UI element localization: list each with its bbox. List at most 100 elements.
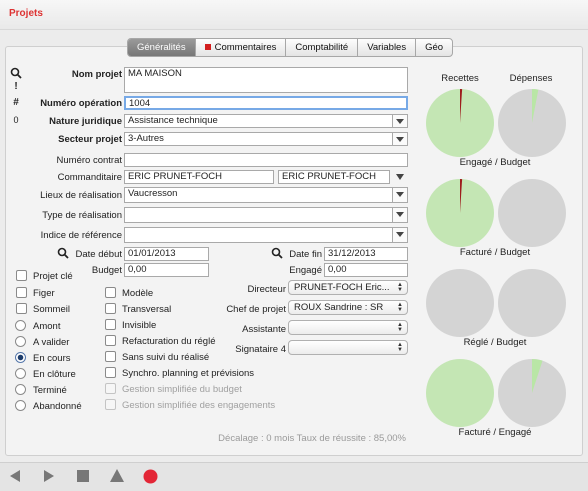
date-fin-field[interactable]: 31/12/2013 bbox=[324, 247, 408, 261]
type-realisation-select[interactable] bbox=[124, 207, 408, 223]
numero-operation-field[interactable]: 1004 bbox=[124, 96, 408, 110]
chevron-down-icon[interactable] bbox=[392, 133, 407, 145]
pie-caption-regle-budget: Réglé / Budget bbox=[463, 337, 527, 348]
triangle-icon[interactable] bbox=[109, 468, 125, 483]
window-title: Projets bbox=[9, 8, 43, 19]
engage-field[interactable]: 0,00 bbox=[324, 263, 408, 277]
directeur-popup[interactable]: PRUNET-FOCH Eric... ▲ ▼ bbox=[288, 280, 408, 295]
tab-bar: Généralités Commentaires Comptabilité Va… bbox=[127, 38, 454, 57]
chef-projet-popup[interactable]: ROUX Sandrine : SR ▲ ▼ bbox=[288, 300, 408, 315]
assistante-popup[interactable]: ▲ ▼ bbox=[288, 320, 408, 335]
pie-3-right-base bbox=[498, 269, 566, 337]
label-nature-juridique: Nature juridique bbox=[49, 116, 122, 127]
label-projet-cle: Projet clé bbox=[33, 271, 73, 282]
chevron-down-icon[interactable] bbox=[392, 208, 407, 222]
checkbox-invisible[interactable] bbox=[105, 319, 116, 330]
checkbox-figer[interactable] bbox=[16, 287, 27, 298]
checkbox-refacturation[interactable] bbox=[105, 335, 116, 346]
checkbox-gestion-engagements bbox=[105, 399, 116, 410]
checkbox-modele[interactable] bbox=[105, 287, 116, 298]
tab-comptabilite[interactable]: Comptabilité bbox=[285, 39, 357, 56]
updown-chevron-icon: ▲ ▼ bbox=[397, 282, 403, 293]
label-assistante: Assistante bbox=[242, 324, 286, 335]
commanditaire-contact-field[interactable]: ERIC PRUNET-FOCH bbox=[278, 170, 390, 184]
checkbox-synchro-planning[interactable] bbox=[105, 367, 116, 378]
checkbox-gestion-budget bbox=[105, 383, 116, 394]
radio-en-cloture[interactable] bbox=[15, 368, 26, 379]
chevron-down-icon[interactable] bbox=[392, 188, 407, 202]
label-signataire: Signataire 4 bbox=[235, 344, 286, 355]
tab-variables[interactable]: Variables bbox=[357, 39, 415, 56]
record-count: 0 bbox=[13, 115, 19, 125]
date-fin-search-icon[interactable] bbox=[271, 247, 283, 262]
label-commanditaire: Commanditaire bbox=[57, 172, 122, 183]
radio-a-valider[interactable] bbox=[15, 336, 26, 347]
label-en-cours: En cours bbox=[33, 353, 71, 364]
label-gestion-engagements: Gestion simplifiée des engagements bbox=[122, 400, 276, 411]
decalage-taux-text: Décalage : 0 mois Taux de réussite : 85,… bbox=[218, 433, 406, 444]
forward-arrow-icon[interactable] bbox=[42, 469, 56, 483]
commanditaire-dropdown-icon[interactable] bbox=[396, 174, 404, 180]
label-figer: Figer bbox=[33, 288, 55, 299]
red-marker-icon bbox=[204, 44, 211, 50]
checkbox-sans-suivi[interactable] bbox=[105, 351, 116, 362]
label-termine: Terminé bbox=[33, 385, 67, 396]
label-numero-operation: Numéro opération bbox=[40, 98, 122, 109]
checkbox-projet-cle[interactable] bbox=[16, 270, 27, 281]
label-sans-suivi: Sans suivi du réalisé bbox=[122, 352, 210, 363]
updown-chevron-icon: ▲ ▼ bbox=[397, 302, 403, 313]
signataire-popup[interactable]: ▲ ▼ bbox=[288, 340, 408, 355]
label-transversal: Transversal bbox=[122, 304, 172, 315]
chevron-down-icon[interactable] bbox=[392, 115, 407, 127]
record-dot-icon[interactable] bbox=[143, 469, 158, 484]
date-debut-search-icon[interactable] bbox=[57, 247, 69, 262]
stop-square-icon[interactable] bbox=[76, 469, 90, 483]
label-a-valider: A valider bbox=[33, 337, 70, 348]
pie-3-left-base bbox=[426, 269, 494, 337]
budget-field[interactable]: 0,00 bbox=[124, 263, 209, 277]
commanditaire-field[interactable]: ERIC PRUNET-FOCH bbox=[124, 170, 274, 184]
tab-commentaires[interactable]: Commentaires bbox=[194, 39, 286, 56]
tab-generalites[interactable]: Généralités bbox=[128, 39, 195, 56]
label-nom-projet: Nom projet bbox=[71, 69, 122, 80]
pie-col-label-recettes: Recettes bbox=[441, 73, 479, 84]
nature-juridique-select[interactable]: Assistance technique bbox=[124, 114, 408, 128]
label-abandonne: Abandonné bbox=[33, 401, 82, 412]
label-en-cloture: En clôture bbox=[33, 369, 76, 380]
label-chef-projet: Chef de projet bbox=[226, 304, 286, 315]
hash-icon[interactable]: # bbox=[10, 97, 22, 108]
label-secteur-projet: Secteur projet bbox=[58, 134, 122, 145]
pie-2-right-base bbox=[498, 179, 566, 247]
pie-4-left-base bbox=[426, 359, 494, 427]
search-icon[interactable] bbox=[10, 67, 22, 82]
radio-abandonne[interactable] bbox=[15, 400, 26, 411]
pie-caption-facture-budget: Facturé / Budget bbox=[459, 247, 531, 258]
nom-projet-field[interactable]: MA MAISON bbox=[124, 67, 408, 93]
tab-geo[interactable]: Géo bbox=[415, 39, 452, 56]
radio-en-cours[interactable] bbox=[15, 352, 26, 363]
label-type-realisation: Type de réalisation bbox=[42, 210, 122, 221]
label-indice-reference: Indice de référence bbox=[40, 230, 122, 241]
back-arrow-icon[interactable] bbox=[8, 469, 22, 483]
lieux-realisation-select[interactable]: Vaucresson bbox=[124, 187, 408, 203]
label-date-debut: Date début bbox=[75, 249, 122, 260]
label-modele: Modèle bbox=[122, 288, 154, 299]
date-debut-field[interactable]: 01/01/2013 bbox=[124, 247, 209, 261]
chevron-down-icon[interactable] bbox=[392, 228, 407, 242]
pie-col-label-depenses: Dépenses bbox=[509, 73, 553, 84]
updown-chevron-icon: ▲ ▼ bbox=[397, 322, 403, 333]
numero-contrat-field[interactable] bbox=[124, 153, 408, 167]
exclamation-icon[interactable]: ! bbox=[10, 81, 22, 92]
indice-reference-select[interactable] bbox=[124, 227, 408, 243]
label-lieux-realisation: Lieux de réalisation bbox=[40, 190, 122, 201]
label-numero-contrat: Numéro contrat bbox=[56, 155, 122, 166]
checkbox-transversal[interactable] bbox=[105, 303, 116, 314]
radio-amont[interactable] bbox=[15, 320, 26, 331]
pie-chart-grid bbox=[426, 89, 566, 427]
label-engage: Engagé bbox=[289, 265, 322, 276]
radio-termine[interactable] bbox=[15, 384, 26, 395]
checkbox-sommeil[interactable] bbox=[16, 303, 27, 314]
label-refacturation: Refacturation du réglé bbox=[122, 336, 216, 347]
secteur-projet-select[interactable]: 3-Autres bbox=[124, 132, 408, 146]
label-invisible: Invisible bbox=[122, 320, 157, 331]
